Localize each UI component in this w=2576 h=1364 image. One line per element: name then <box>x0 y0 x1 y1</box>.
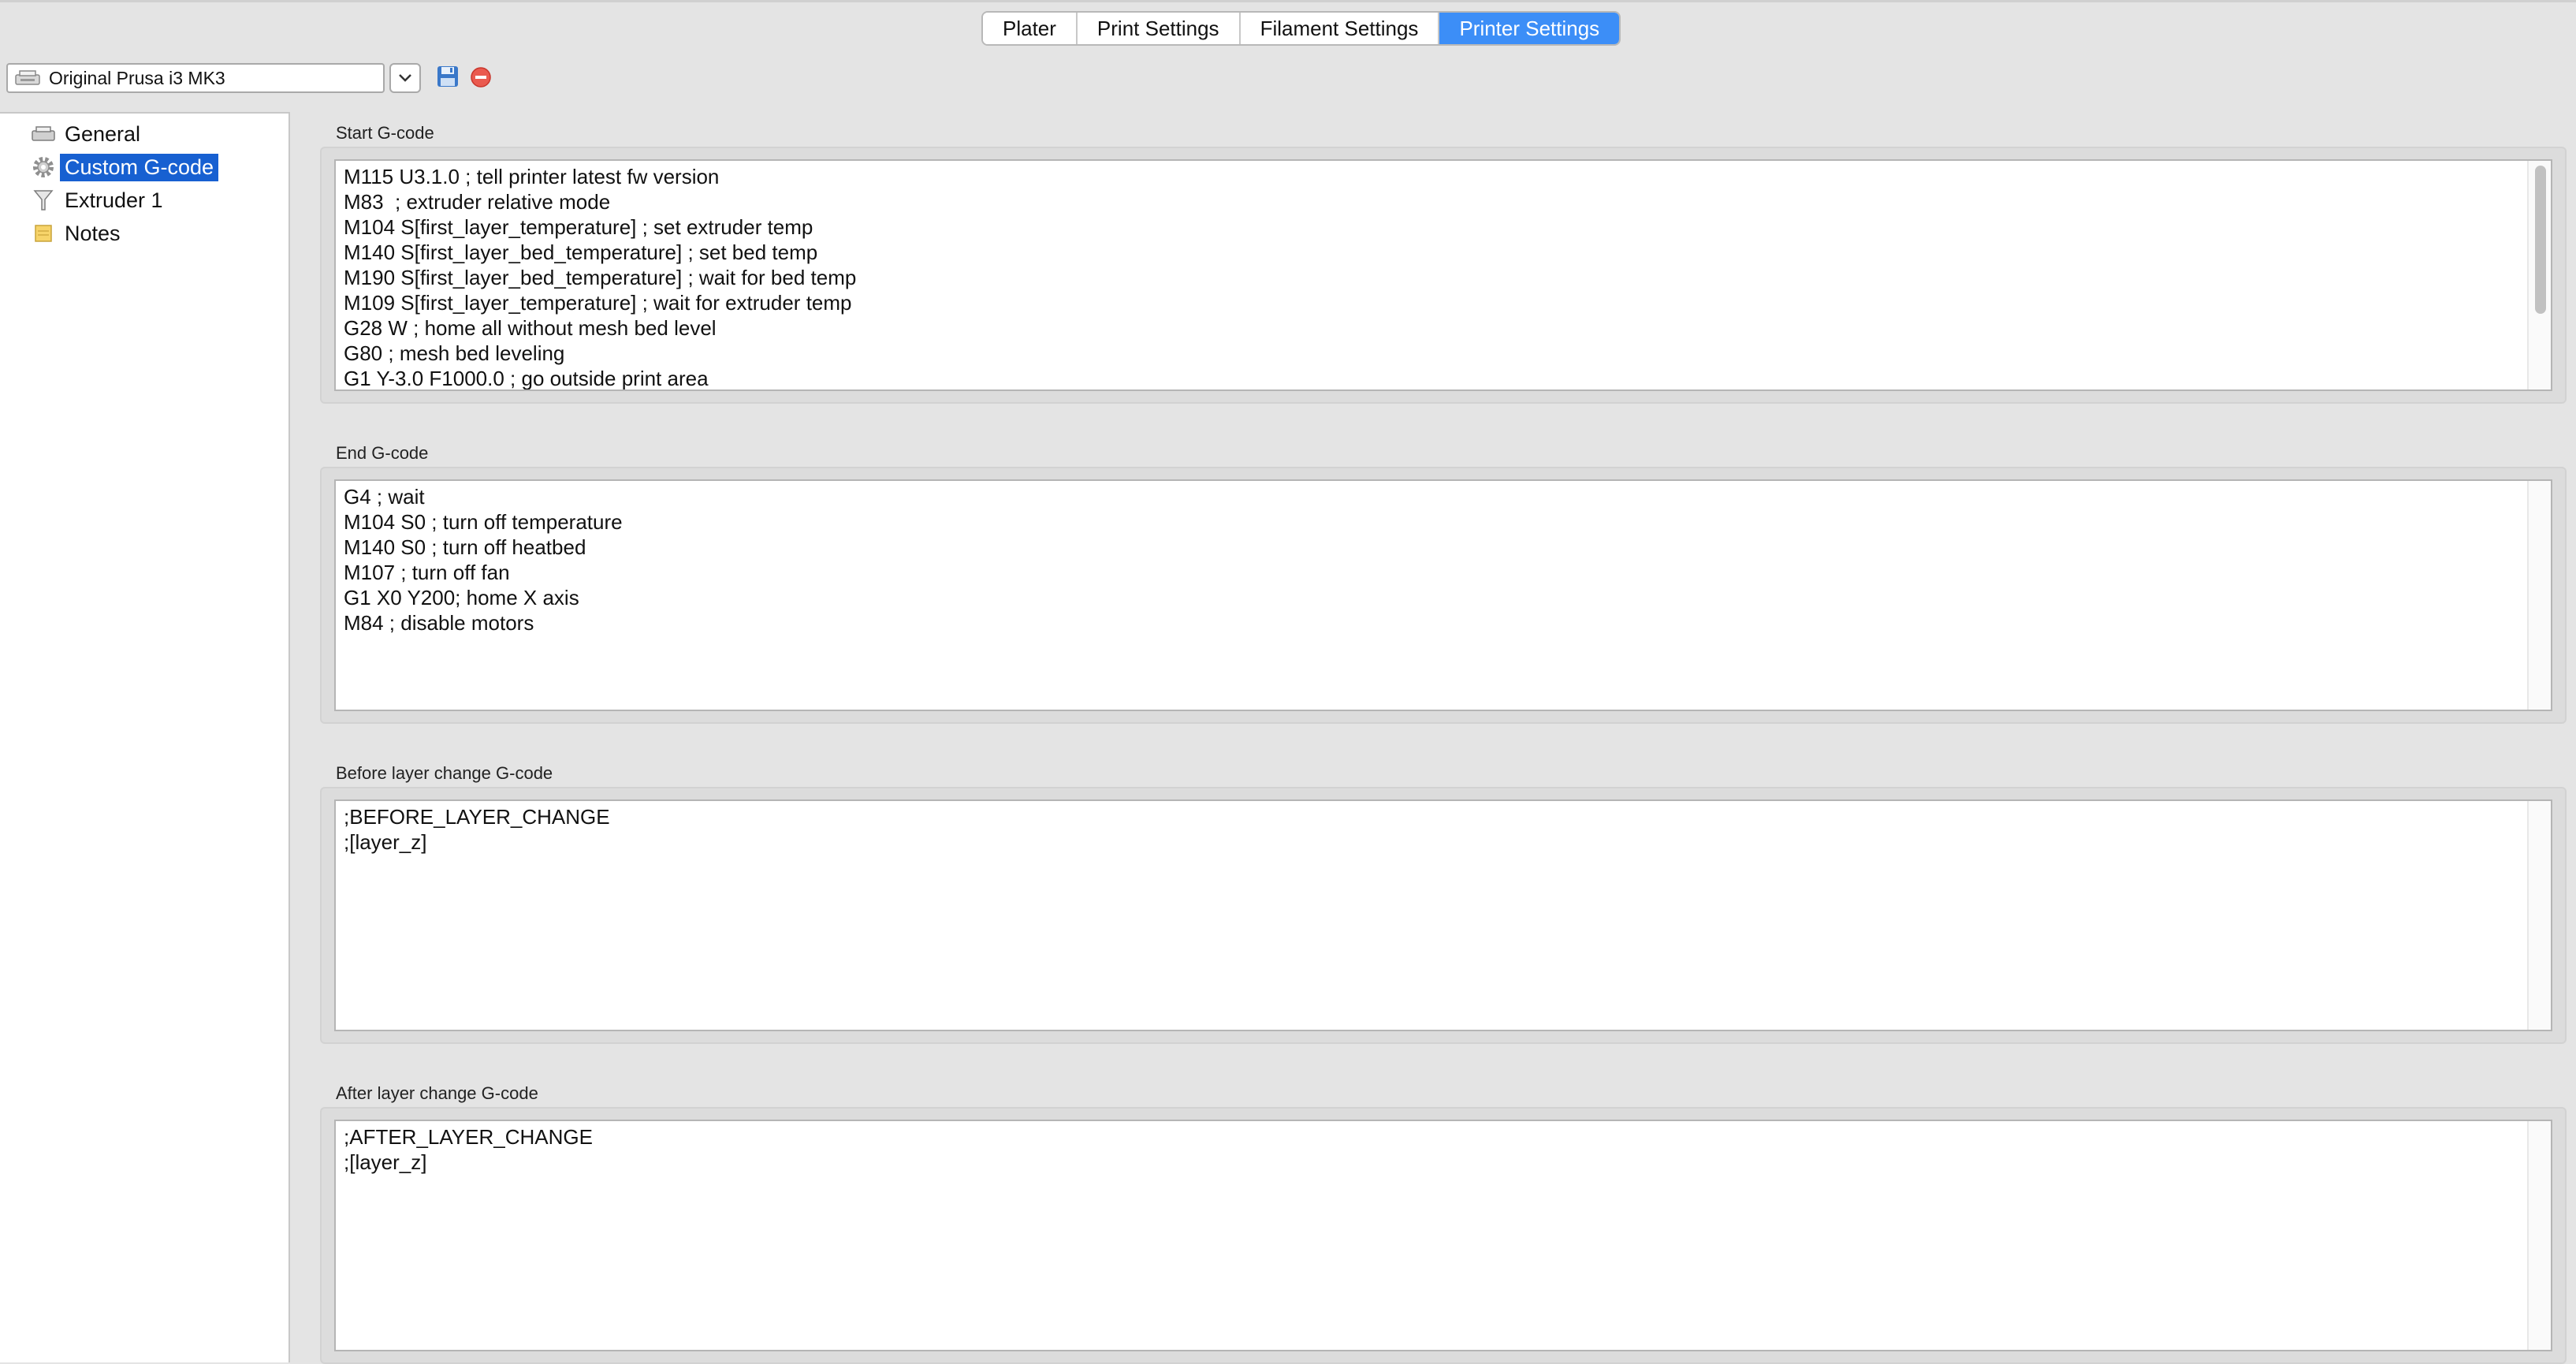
main-tab-bar: Plater Print Settings Filament Settings … <box>981 11 1621 46</box>
preset-dropdown-button[interactable] <box>389 63 421 93</box>
code-line: ;BEFORE_LAYER_CHANGE <box>344 805 610 829</box>
end-gcode-textarea[interactable]: G4 ; wait M104 S0 ; turn off temperature… <box>334 479 2552 711</box>
code-line: ;AFTER_LAYER_CHANGE <box>344 1125 593 1149</box>
settings-tree: General Custom G-code Extruder 1 Notes <box>0 112 290 1362</box>
before-layer-change-group: ;BEFORE_LAYER_CHANGE ;[layer_z] <box>320 787 2567 1044</box>
code-line: M83 ; extruder relative mode <box>344 190 611 214</box>
funnel-icon <box>33 190 54 211</box>
code-line: M84 ; disable motors <box>344 611 534 635</box>
note-icon <box>35 225 52 242</box>
vertical-scrollbar[interactable] <box>2527 1121 2551 1350</box>
code-line: G4 ; wait <box>344 485 425 509</box>
tree-item-label: Extruder 1 <box>65 188 163 212</box>
code-line: G1 X0 Y200; home X axis <box>344 586 579 609</box>
save-icon[interactable] <box>436 65 460 88</box>
printer-icon <box>15 70 40 85</box>
tree-item-label: General <box>65 121 141 146</box>
code-line: M140 S0 ; turn off heatbed <box>344 535 586 559</box>
code-line: M107 ; turn off fan <box>344 561 510 584</box>
end-gcode-group: G4 ; wait M104 S0 ; turn off temperature… <box>320 467 2567 724</box>
start-gcode-label: Start G-code <box>336 123 434 143</box>
printer-preset-select[interactable]: Original Prusa i3 MK3 <box>6 63 385 93</box>
code-line: G80 ; mesh bed leveling <box>344 341 565 365</box>
vertical-scrollbar[interactable] <box>2527 161 2551 389</box>
code-line: M115 U3.1.0 ; tell printer latest fw ver… <box>344 165 720 188</box>
vertical-scrollbar[interactable] <box>2527 801 2551 1030</box>
code-line: M104 S[first_layer_temperature] ; set ex… <box>344 215 813 239</box>
chevron-down-icon <box>399 74 411 82</box>
before-layer-change-textarea[interactable]: ;BEFORE_LAYER_CHANGE ;[layer_z] <box>334 799 2552 1031</box>
printer-icon <box>32 126 55 141</box>
after-layer-change-group: ;AFTER_LAYER_CHANGE ;[layer_z] <box>320 1107 2567 1364</box>
delete-icon[interactable] <box>470 66 492 88</box>
code-line: ;[layer_z] <box>344 830 427 854</box>
code-line: M190 S[first_layer_bed_temperature] ; wa… <box>344 266 857 289</box>
tree-item-custom-gcode[interactable]: Custom G-code <box>30 153 219 181</box>
window-top-border <box>0 0 2576 2</box>
vertical-scrollbar[interactable] <box>2527 481 2551 710</box>
tree-item-notes[interactable]: Notes <box>30 219 125 248</box>
after-layer-change-textarea[interactable]: ;AFTER_LAYER_CHANGE ;[layer_z] <box>334 1120 2552 1351</box>
tree-item-label: Custom G-code <box>60 153 219 181</box>
printer-preset-value: Original Prusa i3 MK3 <box>49 67 225 88</box>
tab-filament-settings[interactable]: Filament Settings <box>1240 13 1440 44</box>
start-gcode-group: M115 U3.1.0 ; tell printer latest fw ver… <box>320 147 2567 404</box>
code-line: M104 S0 ; turn off temperature <box>344 510 623 534</box>
tab-printer-settings[interactable]: Printer Settings <box>1439 13 1620 44</box>
before-layer-change-label: Before layer change G-code <box>336 763 553 783</box>
tree-item-label: Notes <box>65 221 121 245</box>
code-line: M140 S[first_layer_bed_temperature] ; se… <box>344 240 818 264</box>
tab-print-settings[interactable]: Print Settings <box>1077 13 1241 44</box>
code-line: G28 W ; home all without mesh bed level <box>344 316 717 340</box>
gear-icon <box>33 157 54 177</box>
code-line: G1 Y-3.0 F1000.0 ; go outside print area <box>344 367 709 390</box>
tree-item-extruder-1[interactable]: Extruder 1 <box>30 186 168 214</box>
scrollbar-thumb[interactable] <box>2535 166 2546 314</box>
end-gcode-label: End G-code <box>336 443 429 463</box>
code-line: M109 S[first_layer_temperature] ; wait f… <box>344 291 852 315</box>
tab-plater[interactable]: Plater <box>983 13 1078 44</box>
start-gcode-textarea[interactable]: M115 U3.1.0 ; tell printer latest fw ver… <box>334 159 2552 391</box>
code-line: ;[layer_z] <box>344 1150 427 1174</box>
tree-item-general[interactable]: General <box>30 120 145 148</box>
after-layer-change-label: After layer change G-code <box>336 1083 538 1103</box>
